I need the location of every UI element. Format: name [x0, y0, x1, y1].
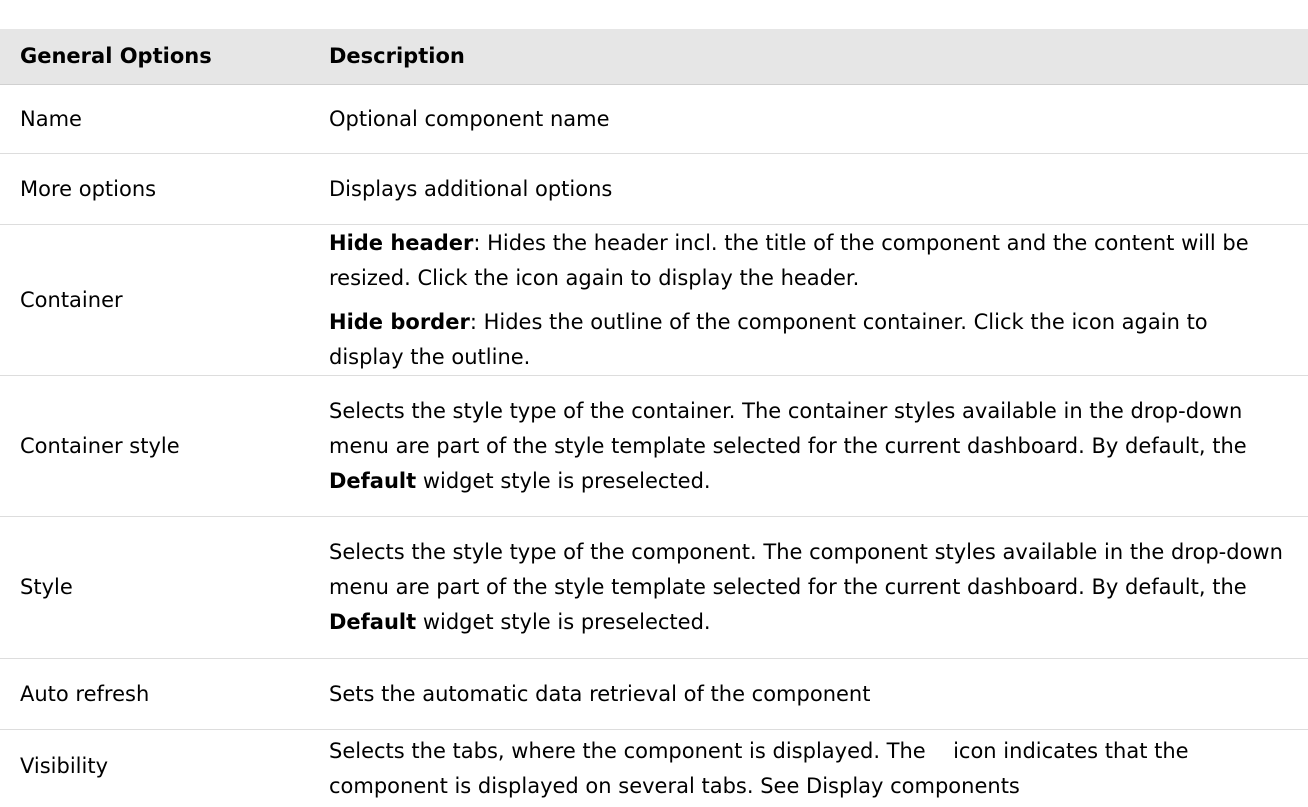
table-row: More options Displays additional options: [0, 153, 1308, 225]
table-row: Style Selects the style type of the comp…: [0, 516, 1308, 659]
description-text: Selects the style type of the container.…: [329, 398, 1247, 458]
option-name: Auto refresh: [0, 658, 317, 730]
description-text: Sets the automatic data retrieval of the…: [329, 681, 871, 706]
hide-border-term: Hide border: [329, 309, 470, 334]
hide-header-term: Hide header: [329, 230, 474, 255]
option-description: Selects the style type of the component.…: [317, 516, 1308, 659]
option-name: Visibility: [0, 729, 317, 807]
description-text: Selects the style type of the component.…: [329, 540, 1283, 599]
description-text-end: widget style is preselected.: [416, 610, 711, 634]
hide-border-description: Hide border: Hides the outline of the co…: [329, 305, 1286, 375]
option-description: Selects the style type of the container.…: [317, 375, 1308, 517]
default-style-term: Default: [329, 468, 417, 493]
table-row: Name Optional component name: [0, 84, 1308, 154]
description-text: Selects the tabs, where the component is…: [329, 739, 933, 763]
option-description: Optional component name: [317, 84, 1308, 154]
multi-tab-icon: [932, 745, 946, 759]
option-description: Selects the tabs, where the component is…: [317, 729, 1308, 807]
table-row: Container Hide header: Hides the header …: [0, 224, 1308, 376]
option-description: Displays additional options: [317, 153, 1308, 225]
hide-header-description: Hide header: Hides the header incl. the …: [329, 226, 1286, 296]
option-name: Container style: [0, 375, 317, 517]
table-row: Container style Selects the style type o…: [0, 375, 1308, 517]
option-name: Style: [0, 516, 317, 659]
option-description: Hide header: Hides the header incl. the …: [317, 224, 1308, 376]
options-page: General Options Description Name Optiona…: [0, 0, 1308, 807]
column-header-description: Description: [317, 29, 1308, 85]
general-options-table: General Options Description Name Optiona…: [0, 29, 1308, 807]
column-header-general-options: General Options: [0, 29, 317, 85]
table-row: Auto refresh Sets the automatic data ret…: [0, 658, 1308, 730]
option-name: Name: [0, 84, 317, 154]
description-text: Displays additional options: [329, 176, 613, 201]
table-header-row: General Options Description: [0, 29, 1308, 85]
description-text: Optional component name: [329, 106, 610, 131]
table-row: Visibility Selects the tabs, where the c…: [0, 729, 1308, 807]
option-name: Container: [0, 224, 317, 376]
description-text-end: widget style is preselected.: [416, 468, 711, 493]
default-style-term: Default: [329, 610, 417, 634]
option-name: More options: [0, 153, 317, 225]
option-description: Sets the automatic data retrieval of the…: [317, 658, 1308, 730]
